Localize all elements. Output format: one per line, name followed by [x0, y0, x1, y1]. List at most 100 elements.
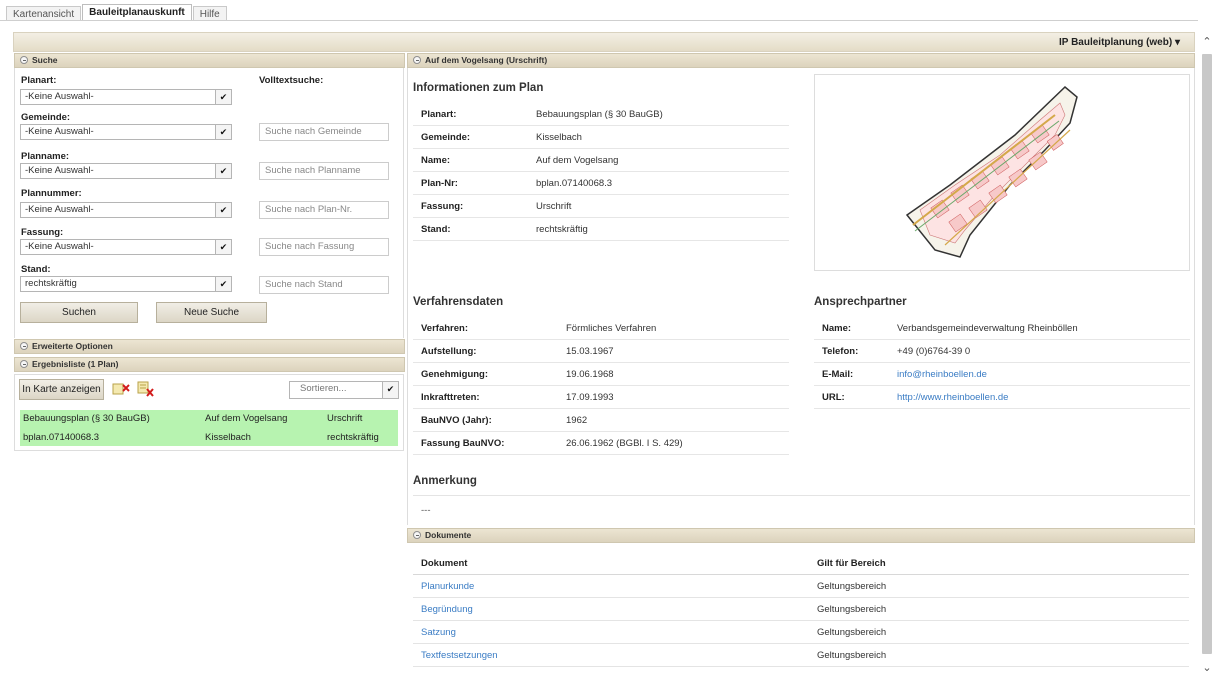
select-gemeinde-value: -Keine Auswahl-: [25, 126, 94, 137]
chevron-down-icon[interactable]: ✔: [215, 164, 231, 178]
label-volltextsuche: Volltextsuche:: [259, 75, 324, 86]
row-value: Kisselbach: [536, 132, 582, 143]
chevron-down-icon[interactable]: ✔: [215, 203, 231, 217]
result-fassung: Urschrift: [327, 413, 363, 424]
advanced-options-header[interactable]: Erweiterte Optionen: [14, 339, 405, 354]
proc-row: BauNVO (Jahr): 1962: [413, 409, 789, 432]
contact-row: Telefon: +49 (0)6764-39 0: [814, 340, 1190, 363]
app-title: IP Bauleitplanung (web): [1059, 37, 1173, 48]
select-planname-value: -Keine Auswahl-: [25, 165, 94, 176]
row-value: 26.06.1962 (BGBl. I S. 429): [566, 438, 683, 449]
collapse-icon: [20, 360, 28, 368]
document-area: Geltungsbereich: [817, 627, 887, 638]
select-gemeinde[interactable]: -Keine Auswahl- ✔: [20, 124, 232, 140]
app-menu[interactable]: IP Bauleitplanung (web) ▾: [1059, 37, 1180, 48]
plan-map-image: [905, 85, 1078, 258]
select-stand[interactable]: rechtskräftig ✔: [20, 276, 232, 292]
label-fassung: Fassung:: [21, 227, 64, 238]
search-button[interactable]: Suchen: [20, 302, 138, 323]
search-panel-header[interactable]: Suche: [14, 53, 405, 68]
row-key: Telefon:: [822, 346, 859, 357]
proc-row: Inkrafttreten: 17.09.1993: [413, 386, 789, 409]
row-key: Verfahren:: [421, 323, 468, 334]
label-planart: Planart:: [21, 75, 57, 86]
select-planart[interactable]: -Keine Auswahl- ✔: [20, 89, 232, 105]
search-planname-input[interactable]: Suche nach Planname: [259, 162, 389, 180]
results-panel: In Karte anzeigen Sortieren... ✔ Bebauung…: [14, 374, 404, 451]
document-row: Textfestsetzungen Geltungsbereich: [413, 644, 1189, 667]
search-header-label: Suche: [32, 55, 58, 65]
sort-select[interactable]: Sortieren... ✔: [289, 381, 399, 399]
row-key: Name:: [822, 323, 852, 334]
scroll-down-icon[interactable]: ⌄: [1201, 662, 1213, 674]
label-stand: Stand:: [21, 264, 51, 275]
delete-list-icon[interactable]: [137, 381, 155, 397]
page-scrollbar[interactable]: ⌃ ⌄: [1199, 32, 1215, 682]
detail-panel-header[interactable]: Auf dem Vogelsang (Urschrift): [407, 53, 1195, 68]
row-value: 1962: [566, 415, 588, 426]
row-key: Fassung BauNVO:: [421, 438, 505, 449]
results-header[interactable]: Ergebnisliste (1 Plan): [14, 357, 405, 372]
document-area: Geltungsbereich: [817, 650, 887, 661]
chevron-down-icon[interactable]: ✔: [382, 382, 398, 398]
documents-header[interactable]: Dokumente: [407, 528, 1195, 543]
document-link[interactable]: Planurkunde: [421, 581, 474, 592]
document-link[interactable]: Satzung: [421, 627, 456, 638]
result-planart: Bebauungsplan (§ 30 BauGB): [23, 413, 150, 424]
search-fassung-input[interactable]: Suche nach Fassung: [259, 238, 389, 256]
info-title: Informationen zum Plan: [413, 82, 544, 94]
row-key: Inkrafttreten:: [421, 392, 480, 403]
row-value: Urschrift: [536, 201, 572, 212]
scroll-thumb[interactable]: [1202, 54, 1212, 654]
document-link[interactable]: Textfestsetzungen: [421, 650, 498, 661]
result-row[interactable]: Bebauungsplan (§ 30 BauGB) Auf dem Vogel…: [20, 410, 398, 446]
result-name: Auf dem Vogelsang: [205, 413, 288, 424]
chevron-down-icon[interactable]: ✔: [215, 240, 231, 254]
select-plannummer[interactable]: -Keine Auswahl- ✔: [20, 202, 232, 218]
select-fassung[interactable]: -Keine Auswahl- ✔: [20, 239, 232, 255]
search-stand-input[interactable]: Suche nach Stand: [259, 276, 389, 294]
show-on-map-button[interactable]: In Karte anzeigen: [19, 379, 104, 400]
new-search-button[interactable]: Neue Suche: [156, 302, 267, 323]
scroll-up-icon[interactable]: ⌃: [1201, 36, 1213, 48]
documents-table-header: Dokument Gilt für Bereich: [413, 552, 1189, 575]
proc-row: Genehmigung: 19.06.1968: [413, 363, 789, 386]
row-key: Gemeinde:: [421, 132, 471, 143]
info-row: Plan-Nr: bplan.07140068.3: [413, 172, 789, 195]
plan-map-preview[interactable]: [814, 74, 1190, 271]
collapse-icon: [413, 531, 421, 539]
row-key: BauNVO (Jahr):: [421, 415, 492, 426]
row-key: Planart:: [421, 109, 457, 120]
row-value: bplan.07140068.3: [536, 178, 613, 189]
row-link[interactable]: http://www.rheinboellen.de: [897, 392, 1008, 403]
clear-selection-icon[interactable]: [112, 382, 130, 396]
tab-hilfe[interactable]: Hilfe: [192, 6, 227, 21]
row-link[interactable]: info@rheinboellen.de: [897, 369, 987, 380]
row-value: Auf dem Vogelsang: [536, 155, 619, 166]
chevron-down-icon[interactable]: ✔: [215, 125, 231, 139]
row-value: 15.03.1967: [566, 346, 614, 357]
chevron-down-icon[interactable]: ✔: [215, 90, 231, 104]
result-stand: rechtskräftig: [327, 432, 379, 443]
row-value: 19.06.1968: [566, 369, 614, 380]
search-gemeinde-input[interactable]: Suche nach Gemeinde: [259, 123, 389, 141]
remark-text: ---: [421, 505, 431, 516]
info-row: Planart: Bebauungsplan (§ 30 BauGB): [413, 103, 789, 126]
document-area: Geltungsbereich: [817, 581, 887, 592]
detail-header-label: Auf dem Vogelsang (Urschrift): [425, 55, 548, 65]
document-row: Planurkunde Geltungsbereich: [413, 575, 1189, 598]
remark-title: Anmerkung: [413, 475, 477, 487]
tab-bauleitplanauskunft[interactable]: Bauleitplanauskunft: [82, 4, 192, 21]
chevron-down-icon[interactable]: ✔: [215, 277, 231, 291]
top-tabs: Kartenansicht Bauleitplanauskunft Hilfe: [6, 4, 228, 21]
row-value: Bebauungsplan (§ 30 BauGB): [536, 109, 663, 120]
label-planname: Planname:: [21, 151, 70, 162]
remark-divider: [413, 495, 1190, 496]
result-gemeinde: Kisselbach: [205, 432, 251, 443]
select-fassung-value: -Keine Auswahl-: [25, 241, 94, 252]
search-plannr-input[interactable]: Suche nach Plan-Nr.: [259, 201, 389, 219]
label-plannummer: Plannummer:: [21, 188, 82, 199]
select-planname[interactable]: -Keine Auswahl- ✔: [20, 163, 232, 179]
document-link[interactable]: Begründung: [421, 604, 473, 615]
tab-kartenansicht[interactable]: Kartenansicht: [6, 6, 82, 21]
